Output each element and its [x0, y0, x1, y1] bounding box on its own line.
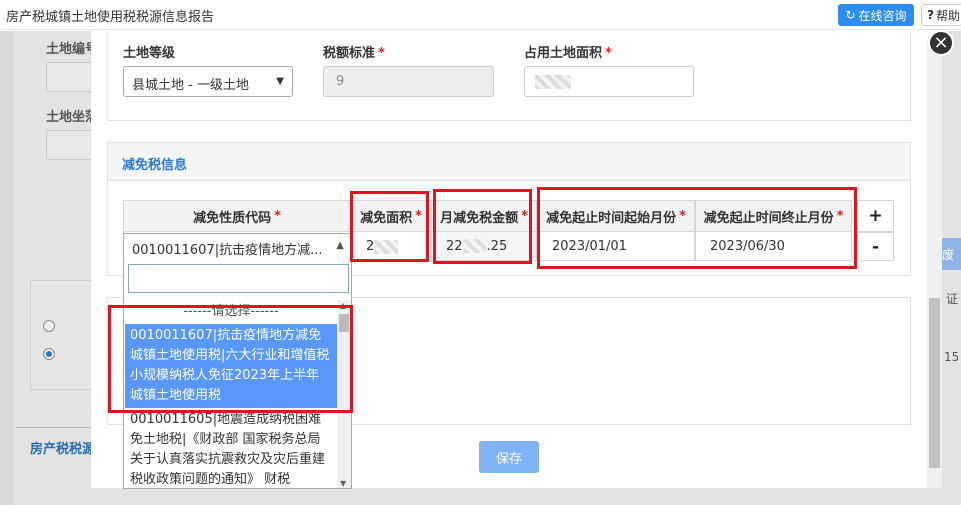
- modal-scrollbar[interactable]: [927, 40, 942, 488]
- col-header-area: 减免面积 *: [351, 200, 431, 232]
- tax-standard-label: 税额标准 *: [323, 46, 385, 61]
- bg-void-button: 废: [942, 238, 961, 270]
- online-consult-label: 在线咨询: [858, 8, 907, 23]
- col-header-code: 减免性质代码 *: [123, 200, 351, 232]
- modal-scroll-thumb[interactable]: [929, 298, 940, 468]
- help-label: 帮助: [935, 8, 960, 23]
- land-grade-label: 土地等级: [123, 46, 176, 61]
- cell-end-month[interactable]: 2023/06/30: [695, 232, 852, 261]
- dropdown-scroll-thumb[interactable]: [339, 314, 349, 332]
- cell-area[interactable]: 2: [351, 232, 431, 261]
- land-grade-value: 县城土地 - 一级土地: [132, 78, 249, 93]
- bg-right-text-1: 证: [946, 292, 959, 306]
- chevron-down-icon: ▼: [276, 76, 284, 87]
- remove-row-button[interactable]: -: [857, 232, 894, 261]
- dropdown-search-input[interactable]: [128, 264, 349, 293]
- dropdown-scrollbar[interactable]: ▲ ▼: [337, 300, 351, 488]
- col-header-monthly-amount: 月减免税金额 *: [431, 200, 537, 232]
- dropdown-option-placeholder[interactable]: ------请选择------: [125, 300, 337, 324]
- bg-section-title: 房产税税源: [16, 427, 96, 463]
- exemption-code-value: 0010011607|抗击疫情地方减...: [132, 243, 323, 258]
- scroll-down-icon[interactable]: ▼: [340, 479, 346, 488]
- cell-start-month[interactable]: 2023/01/01: [537, 232, 695, 261]
- redacted-area: [535, 75, 571, 89]
- window-title: 房产税城镇土地使用税税源信息报告: [6, 10, 215, 25]
- exemption-section-title: 减免税信息: [108, 143, 910, 181]
- save-button[interactable]: 保存: [479, 441, 539, 473]
- col-header-start-month: 减免起止时间起始月份 *: [537, 200, 695, 232]
- title-bar: 房产税城镇土地使用税税源信息报告 ↻ 在线咨询 ? 帮助: [0, 0, 961, 30]
- dropdown-option-0010011605[interactable]: 0010011605|地震造成纳税困难免土地税|《财政部 国家税务总局关于认真落…: [125, 408, 337, 488]
- close-button[interactable]: ×: [928, 30, 954, 56]
- bg-radio-1: [43, 320, 55, 332]
- land-area-label: 占用土地面积 *: [524, 46, 612, 61]
- land-grade-select[interactable]: 县城土地 - 一级土地 ▼: [123, 66, 293, 97]
- bg-table: [30, 280, 94, 390]
- dropdown-options: ------请选择------ 0010011607|抗击疫情地方减免城镇土地使…: [125, 300, 337, 488]
- cell-monthly-amount: 22 .25: [431, 232, 537, 261]
- exemption-code-dropdown: ------请选择------ 0010011607|抗击疫情地方减免城镇土地使…: [123, 260, 352, 489]
- chevron-up-icon: ▲: [336, 240, 344, 251]
- question-icon: ?: [927, 8, 934, 22]
- land-area-input[interactable]: [524, 66, 694, 97]
- help-button[interactable]: ? 帮助: [921, 4, 961, 26]
- tax-standard-input: 9: [323, 66, 494, 97]
- bg-right-text-2: 15: [944, 350, 960, 364]
- dropdown-option-0010011607[interactable]: 0010011607|抗击疫情地方减免城镇土地使用税|六大行业和增值税小规模纳税…: [125, 324, 337, 408]
- col-header-end-month: 减免起止时间终止月份 *: [695, 200, 852, 232]
- redacted-area-value: [374, 240, 398, 254]
- online-consult-button[interactable]: ↻ 在线咨询: [838, 4, 914, 26]
- scroll-up-icon[interactable]: ▲: [340, 301, 346, 310]
- bg-radio-2: [43, 348, 55, 360]
- headset-icon: ↻: [845, 8, 856, 22]
- add-row-button[interactable]: +: [857, 200, 894, 232]
- exemption-code-select[interactable]: 0010011607|抗击疫情地方减... ▲: [123, 233, 351, 261]
- redacted-amount: [463, 239, 486, 253]
